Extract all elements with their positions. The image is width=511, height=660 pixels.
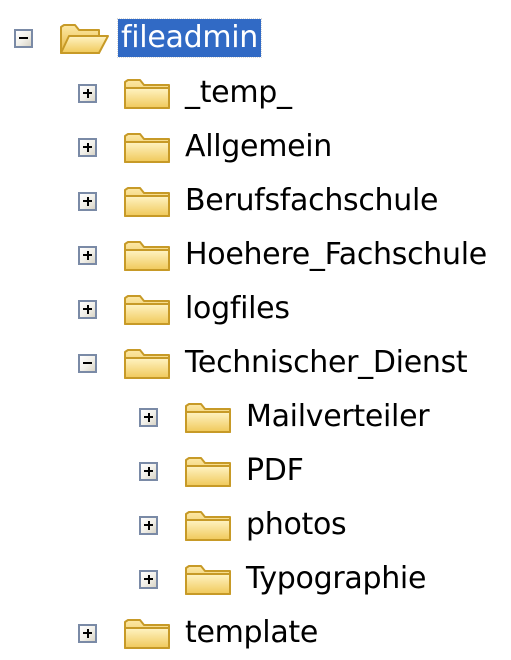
- folder-tree: fileadmin _temp_ Allgemein Berufsfachsch…: [0, 0, 511, 650]
- tree-node-label[interactable]: Typographie: [243, 560, 429, 598]
- tree-node-pdf[interactable]: PDF: [139, 444, 307, 498]
- folder-icon: [185, 565, 231, 595]
- folder-icon: [185, 457, 231, 487]
- tree-node-hoehere-fachschule[interactable]: Hoehere_Fachschule: [78, 228, 490, 282]
- folder-icon: [124, 241, 170, 271]
- tree-node-photos[interactable]: photos: [139, 498, 349, 552]
- tree-node-template[interactable]: template: [78, 606, 321, 660]
- tree-node-label[interactable]: Mailverteiler: [243, 398, 432, 436]
- tree-node-label[interactable]: Allgemein: [182, 128, 335, 166]
- folder-icon: [124, 79, 170, 109]
- tree-node-label[interactable]: _temp_: [182, 74, 295, 112]
- expand-toggle-icon[interactable]: [139, 569, 158, 589]
- expand-toggle-icon[interactable]: [78, 137, 97, 157]
- tree-node-label[interactable]: template: [182, 614, 321, 652]
- tree-node-label[interactable]: logfiles: [182, 290, 293, 328]
- folder-open-icon: [60, 24, 109, 54]
- folder-icon: [185, 511, 231, 541]
- folder-icon: [185, 403, 231, 433]
- tree-node-fileadmin[interactable]: fileadmin: [14, 11, 262, 65]
- expand-toggle-icon[interactable]: [139, 407, 158, 427]
- expand-toggle-icon[interactable]: [78, 245, 97, 265]
- tree-node-label[interactable]: Technischer_Dienst: [182, 344, 470, 382]
- folder-icon: [124, 133, 170, 163]
- folder-icon: [124, 349, 170, 379]
- collapse-toggle-icon[interactable]: [78, 353, 97, 373]
- expand-toggle-icon[interactable]: [78, 623, 97, 643]
- tree-node-label[interactable]: PDF: [243, 452, 307, 490]
- folder-icon: [124, 187, 170, 217]
- expand-toggle-icon[interactable]: [139, 461, 158, 481]
- folder-icon: [124, 295, 170, 325]
- expand-toggle-icon[interactable]: [78, 83, 97, 103]
- tree-node-logfiles[interactable]: logfiles: [78, 282, 293, 336]
- expand-toggle-icon[interactable]: [139, 515, 158, 535]
- tree-node-allgemein[interactable]: Allgemein: [78, 120, 335, 174]
- collapse-toggle-icon[interactable]: [14, 28, 33, 48]
- tree-node-label[interactable]: photos: [243, 506, 349, 544]
- folder-icon: [124, 619, 170, 649]
- tree-node-label[interactable]: Berufsfachschule: [182, 182, 441, 220]
- tree-node-typographie[interactable]: Typographie: [139, 552, 429, 606]
- tree-node-mailverteiler[interactable]: Mailverteiler: [139, 390, 432, 444]
- tree-node-technischer-dienst[interactable]: Technischer_Dienst: [78, 336, 470, 390]
- tree-node-label[interactable]: Hoehere_Fachschule: [182, 236, 490, 274]
- tree-node-label[interactable]: fileadmin: [117, 18, 262, 58]
- expand-toggle-icon[interactable]: [78, 191, 97, 211]
- expand-toggle-icon[interactable]: [78, 299, 97, 319]
- tree-node-berufsfachschule[interactable]: Berufsfachschule: [78, 174, 441, 228]
- tree-node-temp[interactable]: _temp_: [78, 66, 295, 120]
